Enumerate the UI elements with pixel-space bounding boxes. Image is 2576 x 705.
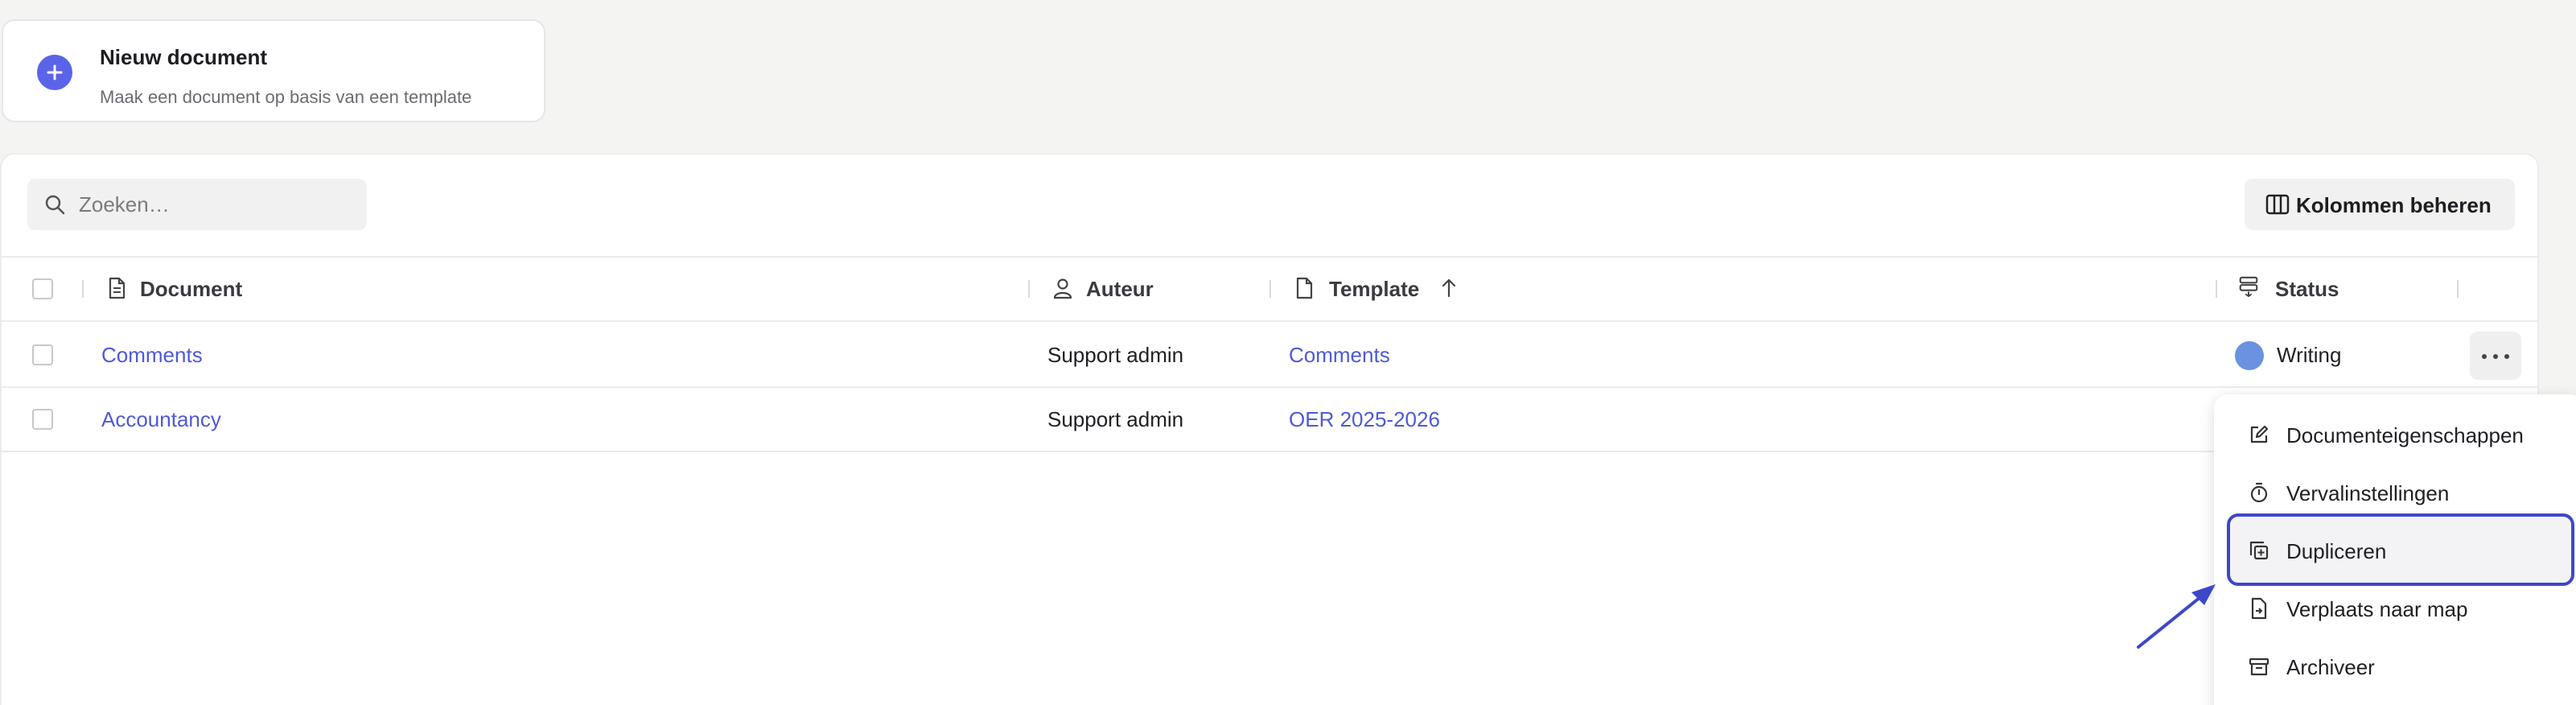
document-icon [109,277,126,299]
row-actions-button[interactable] [2470,332,2521,380]
menu-item-duplicate[interactable]: Dupliceren [2227,513,2574,586]
template-link[interactable]: OER 2025-2026 [1289,407,1440,432]
row-checkbox[interactable] [32,409,53,430]
new-document-subtitle: Maak een document op basis van een templ… [100,87,472,107]
edit-icon [2250,425,2269,443]
menu-item-document-properties[interactable]: Documenteigenschappen [2225,409,2563,460]
search-box [27,179,367,230]
header-template[interactable]: Template [1329,277,1419,302]
document-link[interactable]: Accountancy [101,407,221,432]
duplicate-icon [2249,541,2269,560]
file-icon [1296,277,1313,299]
divider [2,386,2537,388]
menu-item-label: Vervalinstellingen [2286,481,2450,505]
header-status[interactable]: Status [2275,277,2339,302]
sort-ascending-icon[interactable] [1438,277,1459,299]
menu-item-label: Dupliceren [2286,539,2387,563]
columns-icon [2265,194,2290,215]
plus-icon [37,55,72,90]
row-actions-menu: Documenteigenschappen Vervalinstellingen… [2214,394,2576,705]
document-link[interactable]: Comments [101,343,203,368]
menu-item-label: Documenteigenschappen [2286,423,2524,447]
search-icon [45,195,65,215]
menu-item-label: Verplaats naar map [2286,597,2468,621]
divider [2,256,2537,258]
status-indicator [2235,341,2264,370]
archive-icon [2249,658,2269,676]
menu-item-expiry-settings[interactable]: Vervalinstellingen [2225,467,2563,518]
column-separator [2457,280,2459,298]
select-all-checkbox[interactable] [32,278,53,299]
manage-columns-label: Kolommen beheren [2296,193,2492,217]
status-label: Writing [2277,343,2342,367]
menu-item-label: Archiveer [2286,655,2375,679]
divider [2,451,2537,452]
author-cell: Support admin [1047,407,1184,431]
timer-icon [2250,482,2268,503]
status-icon [2239,276,2258,298]
header-document[interactable]: Document [140,277,242,302]
app-root: Nieuw document Maak een document op basi… [0,0,2576,705]
template-link[interactable]: Comments [1289,343,1390,368]
user-icon [1053,278,1072,299]
column-separator [1028,280,1030,298]
menu-item-archive[interactable]: Archiveer [2225,641,2563,692]
author-cell: Support admin [1047,343,1184,367]
column-separator [82,280,84,298]
new-document-card[interactable]: Nieuw document Maak een document op basi… [2,19,545,122]
menu-item-move-to-folder[interactable]: Verplaats naar map [2225,583,2563,634]
new-document-title: Nieuw document [100,45,268,69]
annotation-arrow-icon [2137,584,2216,649]
search-input[interactable] [79,179,352,230]
column-separator [2216,280,2217,298]
row-checkbox[interactable] [32,344,53,365]
divider [2,320,2537,322]
manage-columns-button[interactable]: Kolommen beheren [2245,179,2515,230]
move-file-icon [2251,597,2267,620]
header-author[interactable]: Auteur [1086,277,1154,302]
column-separator [1269,280,1271,298]
